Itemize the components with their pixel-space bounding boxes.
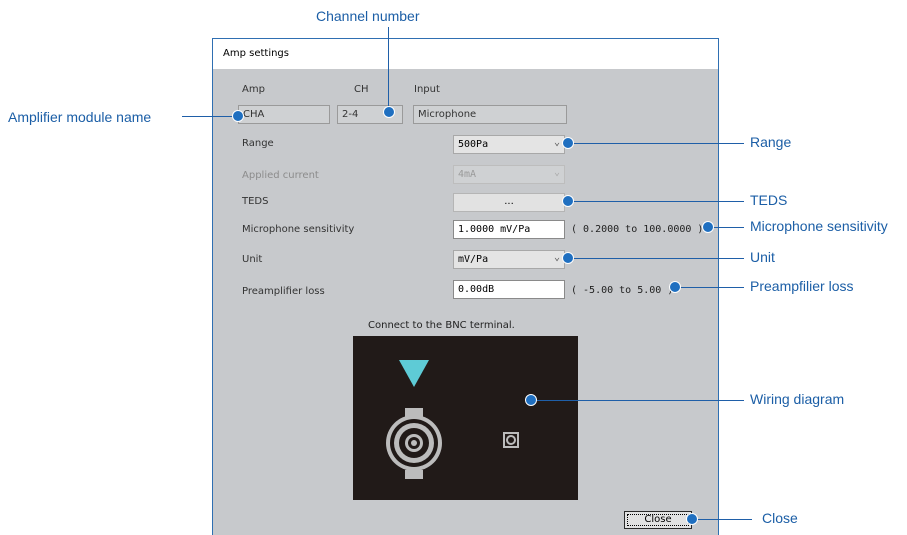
ch-header: CH xyxy=(354,84,369,95)
callout-wiring-diagram: Wiring diagram xyxy=(750,391,845,407)
callout-line xyxy=(530,400,744,401)
callout-line xyxy=(692,519,752,520)
callout-line xyxy=(567,143,744,144)
callout-microphone-sensitivity: Microphone sensitivity xyxy=(750,218,888,234)
callout-dot xyxy=(702,221,714,233)
callout-dot xyxy=(232,110,244,122)
teds-label: TEDS xyxy=(242,196,269,207)
unit-select[interactable]: mV/Pa ⌄ xyxy=(453,250,565,269)
callout-teds: TEDS xyxy=(750,192,788,208)
range-label: Range xyxy=(242,138,274,149)
callout-preamp-loss: Preampfilier loss xyxy=(750,278,854,294)
unit-value: mV/Pa xyxy=(458,254,489,265)
callout-dot xyxy=(562,195,574,207)
teds-button[interactable]: ... xyxy=(453,193,565,212)
terminal-icon xyxy=(503,432,519,448)
callout-line xyxy=(182,116,237,117)
applied-current-label: Applied current xyxy=(242,170,319,181)
mic-sensitivity-label: Microphone sensitivity xyxy=(242,224,355,235)
range-value: 500Pa xyxy=(458,139,489,150)
callout-dot xyxy=(562,137,574,149)
callout-channel-number: Channel number xyxy=(316,8,420,24)
preamp-loss-range: ( -5.00 to 5.00 ) xyxy=(571,285,674,296)
callout-amplifier-module-name: Amplifier module name xyxy=(8,109,152,125)
callout-dot xyxy=(383,106,395,118)
preamp-loss-label: Preamplifier loss xyxy=(242,286,325,297)
chevron-down-icon: ⌄ xyxy=(553,167,560,178)
callout-line xyxy=(388,27,389,111)
focus-ring xyxy=(627,514,689,526)
applied-current-value: 4mA xyxy=(458,169,477,180)
callout-dot xyxy=(686,513,698,525)
mic-sensitivity-range: ( 0.2000 to 100.0000 ) xyxy=(571,224,704,235)
wiring-diagram xyxy=(353,336,578,500)
callout-line xyxy=(674,287,744,288)
callout-dot xyxy=(669,281,681,293)
preamp-loss-input[interactable]: 0.00dB xyxy=(453,280,565,299)
callout-dot xyxy=(562,252,574,264)
callout-line xyxy=(567,201,744,202)
bnc-connector-icon xyxy=(386,408,442,479)
callout-unit: Unit xyxy=(750,249,775,265)
wiring-diagram-graphic xyxy=(386,360,519,479)
unit-label: Unit xyxy=(242,254,263,265)
callout-close: Close xyxy=(762,510,798,526)
range-select[interactable]: 500Pa ⌄ xyxy=(453,135,565,154)
amp-name-field: CHA xyxy=(238,105,330,124)
callout-range: Range xyxy=(750,134,792,150)
input-header: Input xyxy=(414,84,440,95)
callout-dot xyxy=(525,394,537,406)
amp-header: Amp xyxy=(242,84,265,95)
applied-current-select: 4mA ⌄ xyxy=(453,165,565,184)
close-button[interactable]: Close xyxy=(624,511,692,529)
callout-line xyxy=(567,258,744,259)
triangle-down-icon xyxy=(399,360,429,387)
title-bar: Amp settings xyxy=(213,39,718,69)
diagram-caption: Connect to the BNC terminal. xyxy=(368,320,515,331)
amp-settings-window: Amp settings Amp CH Input CHA 2-4 Microp… xyxy=(212,38,719,535)
window-title: Amp settings xyxy=(223,48,289,59)
chevron-down-icon: ⌄ xyxy=(553,137,560,148)
chevron-down-icon: ⌄ xyxy=(553,252,560,263)
mic-sensitivity-input[interactable]: 1.0000 mV/Pa xyxy=(453,220,565,239)
input-field: Microphone xyxy=(413,105,567,124)
